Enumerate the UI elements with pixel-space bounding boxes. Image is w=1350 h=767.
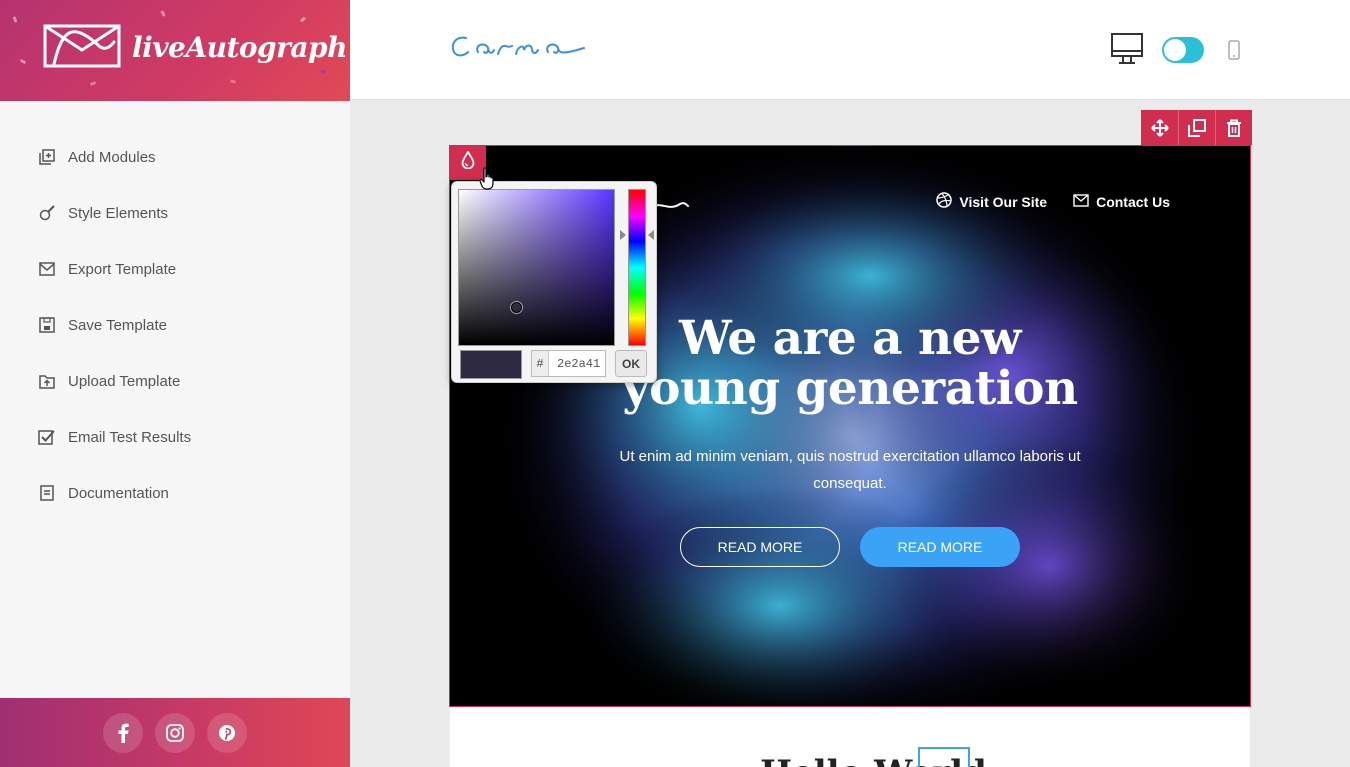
text-edit-selection[interactable] xyxy=(918,747,970,767)
sidebar-item-email-test-results[interactable]: Email Test Results xyxy=(0,409,350,465)
hex-field: # xyxy=(531,350,606,377)
hero-title-line1: We are a new xyxy=(678,311,1022,366)
checkbox-icon xyxy=(38,428,56,446)
save-icon xyxy=(38,316,56,334)
drop-icon xyxy=(461,150,475,174)
sidebar-menu: Add Modules Style Elements Export Templa… xyxy=(0,101,350,521)
sidebar-item-label: Style Elements xyxy=(68,204,169,222)
move-icon[interactable] xyxy=(1141,110,1178,145)
sidebar-item-label: Documentation xyxy=(68,484,169,502)
hex-input[interactable] xyxy=(549,351,605,376)
color-cursor[interactable] xyxy=(511,302,522,313)
instagram-icon[interactable] xyxy=(155,712,195,753)
sidebar: liveAutograph Add Modules Style Elements… xyxy=(0,0,350,767)
mobile-view-icon[interactable] xyxy=(1228,40,1240,65)
view-toggle[interactable] xyxy=(1162,37,1204,63)
sidebar-item-label: Email Test Results xyxy=(68,428,192,446)
sidebar-item-save-template[interactable]: Save Template xyxy=(0,297,350,353)
hero-nav: Visit Our Site Contact Us xyxy=(936,192,1170,211)
social-bar xyxy=(0,698,350,767)
ok-button[interactable]: OK xyxy=(615,350,647,377)
sidebar-item-label: Save Template xyxy=(68,316,167,334)
selected-color-swatch xyxy=(460,350,522,379)
brand-name: liveAutograph xyxy=(132,31,347,64)
brand-logo[interactable]: liveAutograph xyxy=(42,20,347,75)
sidebar-item-export-template[interactable]: Export Template xyxy=(0,241,350,297)
hue-arrow-left-icon xyxy=(620,230,626,240)
hero-subtitle[interactable]: Ut enim ad minim veniam, quis nostrud ex… xyxy=(600,443,1100,497)
hue-arrow-right-icon xyxy=(648,230,654,240)
document-icon xyxy=(38,484,56,502)
autograph-logo-icon xyxy=(42,20,122,75)
desktop-view-icon[interactable] xyxy=(1110,32,1144,71)
trash-icon[interactable] xyxy=(1215,110,1252,145)
envelope-icon xyxy=(1073,193,1089,210)
read-more-outline-button[interactable]: READ MORE xyxy=(680,527,840,567)
hero-title-line2: young generation xyxy=(622,361,1078,416)
sidebar-item-upload-template[interactable]: Upload Template xyxy=(0,353,350,409)
duplicate-icon[interactable] xyxy=(1178,110,1215,145)
envelope-icon xyxy=(38,260,56,278)
sidebar-item-add-modules[interactable]: Add Modules xyxy=(0,129,350,185)
read-more-solid-button[interactable]: READ MORE xyxy=(860,527,1020,567)
brand-header: liveAutograph xyxy=(0,0,350,101)
add-modules-icon xyxy=(38,148,56,166)
saturation-value-area[interactable] xyxy=(458,189,615,346)
hand-cursor-icon xyxy=(479,167,497,196)
sidebar-item-label: Export Template xyxy=(68,260,177,278)
nav-label: Visit Our Site xyxy=(959,193,1048,210)
hex-hash-label: # xyxy=(532,351,549,376)
carma-logo xyxy=(448,30,590,71)
visit-site-link[interactable]: Visit Our Site xyxy=(936,192,1047,211)
sidebar-item-style-elements[interactable]: Style Elements xyxy=(0,185,350,241)
module-toolbar xyxy=(1141,110,1252,145)
dribbble-icon xyxy=(936,192,953,211)
upload-icon xyxy=(38,372,56,390)
pinterest-icon[interactable] xyxy=(207,712,247,753)
sidebar-item-documentation[interactable]: Documentation xyxy=(0,465,350,521)
next-module[interactable]: Hello World xyxy=(450,707,1250,767)
editor-topbar xyxy=(350,0,1350,100)
facebook-icon[interactable] xyxy=(103,712,143,753)
sidebar-item-label: Add Modules xyxy=(68,148,156,166)
nav-label: Contact Us xyxy=(1096,193,1170,210)
toggle-knob xyxy=(1164,39,1186,61)
sidebar-item-label: Upload Template xyxy=(68,372,181,390)
hue-slider[interactable] xyxy=(628,189,646,346)
color-picker: # OK xyxy=(451,181,657,383)
brush-icon xyxy=(38,204,56,222)
contact-us-link[interactable]: Contact Us xyxy=(1073,192,1170,211)
